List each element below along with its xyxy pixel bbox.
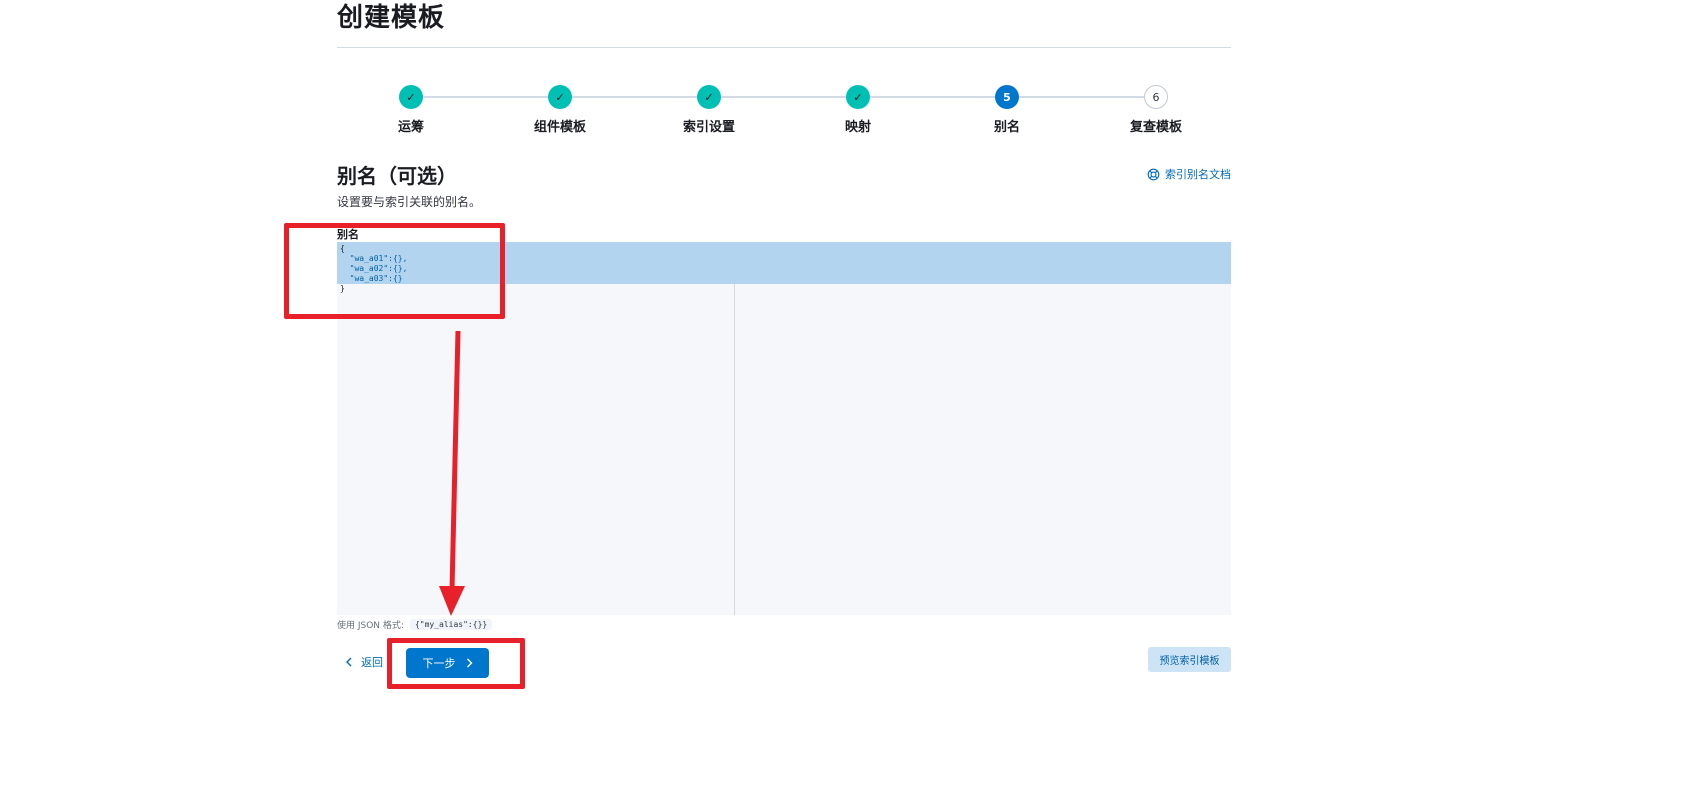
annotation-arrow — [439, 330, 465, 616]
